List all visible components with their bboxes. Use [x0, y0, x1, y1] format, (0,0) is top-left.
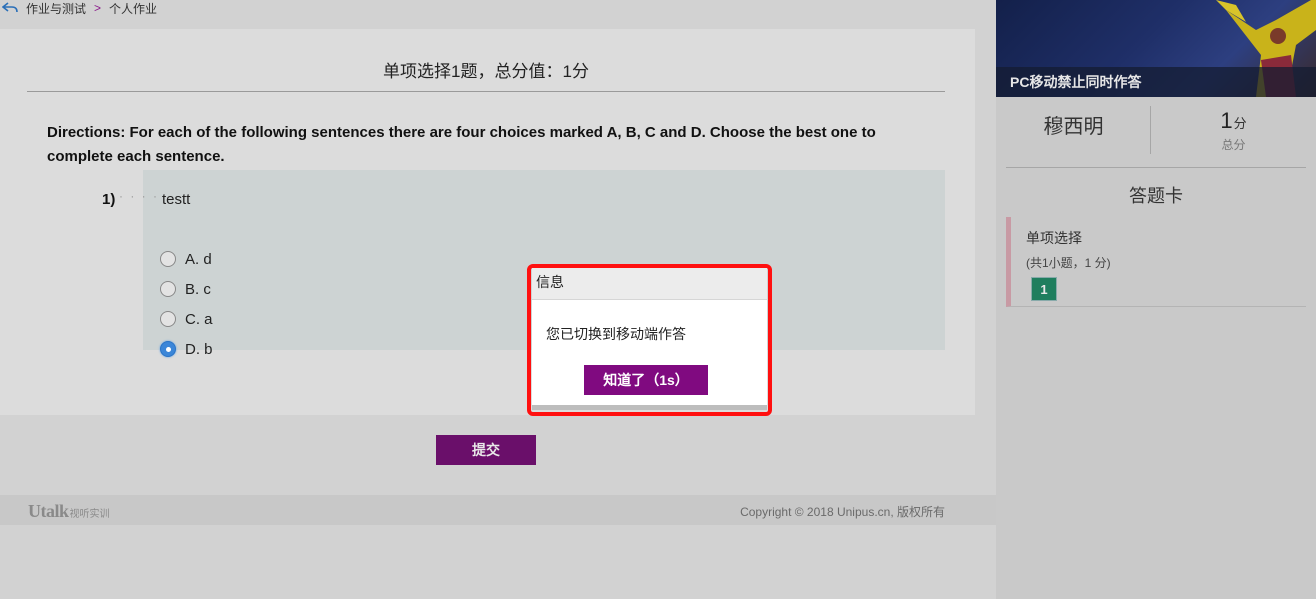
total-score: 1分 总分	[1151, 108, 1316, 153]
question-number: 1)	[102, 191, 116, 208]
breadcrumb-link-homework[interactable]: 作业与测试	[26, 0, 86, 17]
dialog-bottom-bar	[532, 405, 767, 410]
dialog-message: 您已切换到移动端作答	[546, 326, 686, 342]
banner-caption: PC移动禁止同时作答	[996, 67, 1316, 97]
option-d[interactable]: D. b	[160, 339, 213, 359]
dialog-title: 信息	[532, 268, 767, 300]
option-c[interactable]: C. a	[160, 309, 213, 329]
score-label: 总分	[1221, 138, 1246, 152]
utalk-logo: Utalk 视听实训	[28, 501, 110, 522]
radio-c[interactable]	[160, 311, 176, 327]
info-dialog: 信息 您已切换到移动端作答 知道了（1s）	[532, 268, 767, 410]
user-name: 穆西明	[1043, 116, 1104, 138]
back-arrow-icon[interactable]	[2, 1, 18, 15]
radio-a[interactable]	[160, 251, 176, 267]
sidebar: PC移动禁止同时作答 穆西明 1分 总分 答题卡 单项选择 (共1小题，1 分)…	[996, 0, 1316, 599]
answer-card-heading: 答题卡	[1129, 186, 1183, 206]
radio-b[interactable]	[160, 281, 176, 297]
dialog-ok-button[interactable]: 知道了（1s）	[584, 365, 708, 395]
score-unit: 分	[1233, 116, 1247, 131]
option-d-label: D. b	[185, 340, 213, 358]
footer: Utalk 视听实训 Copyright © 2018 Unipus.cn, 版…	[0, 495, 996, 525]
question-dots: · · · ·	[119, 189, 159, 203]
copyright-text: Copyright © 2018 Unipus.cn, 版权所有	[740, 505, 945, 519]
title-divider	[27, 91, 945, 92]
logo-wordmark: Utalk	[28, 501, 69, 521]
logo-subtitle: 视听实训	[69, 509, 110, 520]
option-b-label: B. c	[185, 280, 211, 298]
answer-section-info: (共1小题，1 分)	[1026, 256, 1111, 270]
breadcrumb-current: 个人作业	[109, 1, 158, 16]
option-a[interactable]: A. d	[160, 249, 212, 269]
answer-card-section: 单项选择 (共1小题，1 分) 1	[1006, 217, 1306, 307]
answer-cell-1[interactable]: 1	[1031, 277, 1057, 301]
question-stem: testt	[162, 191, 191, 208]
breadcrumb-separator: >	[94, 1, 102, 15]
score-value: 1	[1220, 108, 1233, 133]
section-title: 单项选择1题，总分值：1分	[383, 62, 589, 81]
sidebar-divider	[1006, 167, 1306, 168]
option-b[interactable]: B. c	[160, 279, 211, 299]
directions-text: Directions: For each of the following se…	[47, 124, 876, 165]
breadcrumb: 作业与测试 > 个人作业	[0, 0, 996, 16]
radio-d-selected[interactable]	[160, 341, 176, 357]
submit-button[interactable]: 提交	[436, 435, 536, 465]
option-c-label: C. a	[185, 310, 213, 328]
answer-section-title: 单项选择	[1026, 230, 1082, 246]
option-a-label: A. d	[185, 250, 212, 268]
sidebar-banner: PC移动禁止同时作答	[996, 0, 1316, 97]
